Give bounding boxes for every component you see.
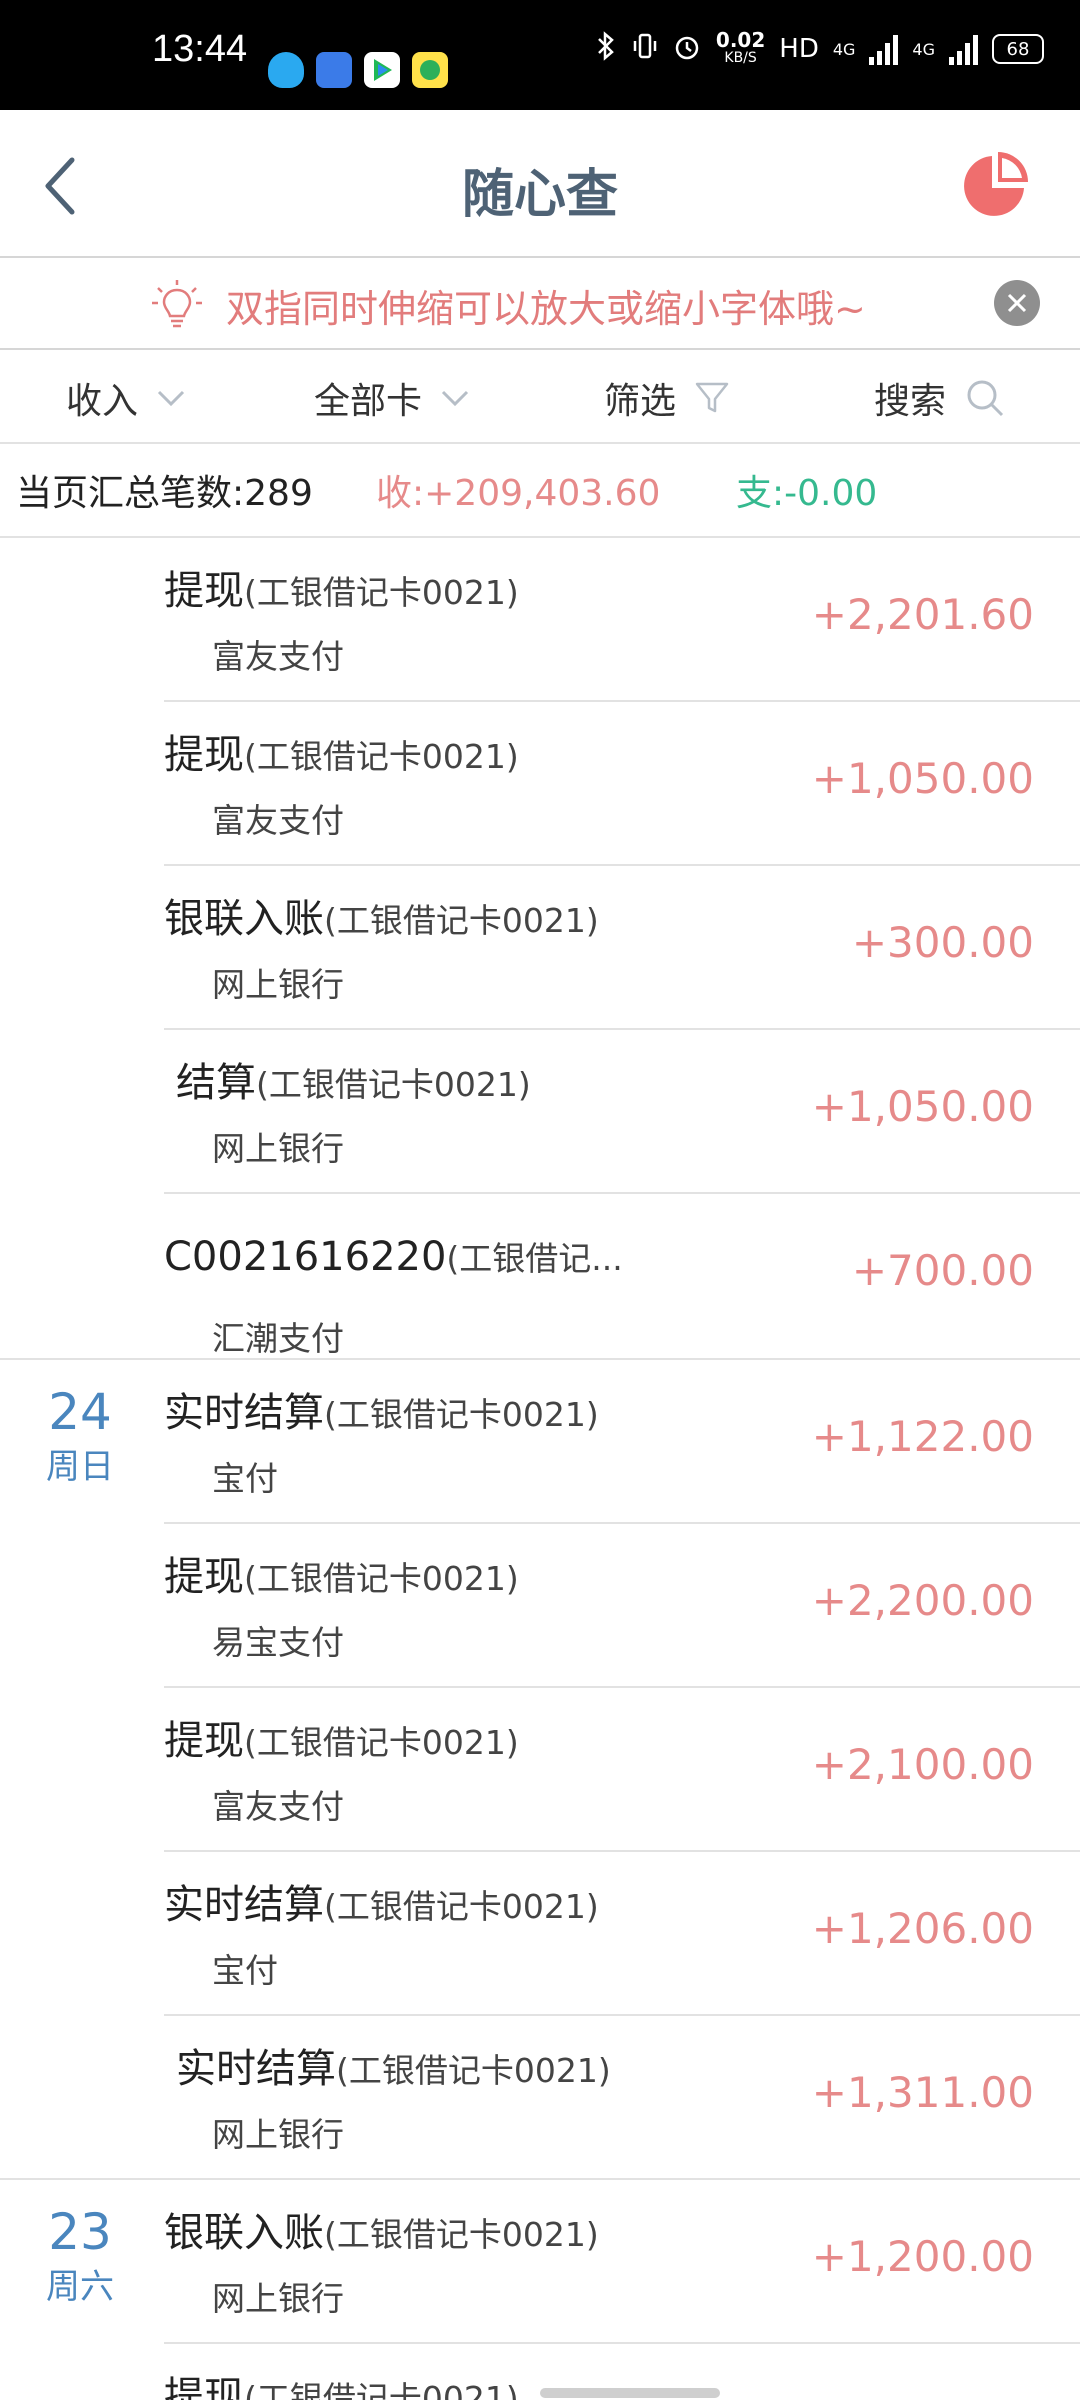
network-type-1: 4G (832, 39, 856, 59)
alarm-icon (672, 30, 702, 68)
summary-bar: 当页汇总笔数:289 收:+209,403.60 支:-0.00 (0, 444, 1080, 538)
transaction-channel: 易宝支付 (212, 1623, 344, 1662)
transaction-amount: +2,100.00 (811, 1740, 1034, 1789)
video-app-icon (364, 52, 400, 88)
card-dropdown[interactable]: 全部卡 (314, 372, 470, 424)
lightbulb-icon (150, 278, 204, 332)
app-icon-green (412, 52, 448, 88)
filter-bar: 收入 全部卡 筛选 搜索 (0, 350, 1080, 444)
transaction-channel: 网上银行 (212, 965, 344, 1004)
transaction-row[interactable]: 提现(工银借记卡0021) 富友支付 +2,100.00 (0, 1688, 1080, 1852)
transaction-title: 银联入账(工银借记卡0021) (164, 896, 599, 942)
transaction-channel: 富友支付 (212, 1787, 344, 1826)
transaction-title: 提现(工银借记卡0021) (164, 2374, 519, 2400)
transaction-amount: +1,206.00 (811, 1904, 1034, 1953)
transaction-amount: +1,050.00 (811, 754, 1034, 803)
transaction-title: 提现(工银借记卡0021) (164, 732, 519, 778)
transaction-row[interactable]: 实时结算(工银借记卡0021) 宝付 +1,206.00 (0, 1852, 1080, 2016)
transaction-amount: +1,311.00 (811, 2068, 1034, 2117)
signal-icon (869, 33, 899, 65)
transaction-title: 提现(工银借记卡0021) (164, 568, 519, 614)
scroll-indicator (540, 2388, 720, 2398)
pie-chart-icon (964, 152, 1028, 216)
tip-text: 双指同时伸缩可以放大或缩小字体哦~ (226, 287, 866, 331)
date-label: 23 周六 (44, 2202, 116, 2312)
status-bar: 13:44 0.02 KB/S HD 4G 4G 68 (0, 0, 1080, 110)
transaction-amount: +2,200.00 (811, 1576, 1034, 1625)
signal-icon-2 (949, 33, 978, 65)
transaction-amount: +1,122.00 (811, 1412, 1034, 1461)
transaction-row[interactable]: 提现(工银借记卡0021) 富友支付 +2,201.60 (0, 538, 1080, 702)
date-label: 24 周日 (44, 1382, 116, 1492)
transaction-amount: +2,201.60 (811, 590, 1034, 639)
transaction-title: 提现(工银借记卡0021) (164, 1554, 519, 1600)
transaction-row[interactable]: 提现(工银借记卡0021) 富友支付 +1,050.00 (0, 702, 1080, 866)
chart-button[interactable] (960, 150, 1030, 220)
transaction-amount: +1,200.00 (811, 2232, 1034, 2281)
summary-income: 收:+209,403.60 (376, 473, 661, 514)
transaction-channel: 宝付 (212, 1459, 278, 1498)
tip-banner: 双指同时伸缩可以放大或缩小字体哦~ (0, 258, 1080, 350)
notification-icons (268, 52, 448, 92)
income-type-dropdown[interactable]: 收入 (66, 372, 186, 424)
search-icon (967, 380, 1004, 417)
transaction-amount: +1,050.00 (811, 1082, 1034, 1131)
transaction-channel: 宝付 (212, 1951, 278, 1990)
transaction-channel: 网上银行 (212, 1129, 344, 1168)
transaction-title: 银联入账(工银借记卡0021) (164, 2210, 599, 2256)
transaction-row[interactable]: 提现(工银借记卡0021) 易宝支付 +2,200.00 (0, 1524, 1080, 1688)
search-label: 搜索 (874, 381, 947, 422)
chevron-down-icon (157, 390, 185, 407)
summary-count: 当页汇总笔数:289 (16, 473, 313, 514)
day-number: 24 (48, 1383, 112, 1441)
app-icon-blue (316, 52, 352, 88)
transaction-title: 实时结算(工银借记卡0021) (164, 1390, 599, 1436)
transaction-row[interactable]: 银联入账(工银借记卡0021) 网上银行 +300.00 (0, 866, 1080, 1030)
transaction-row[interactable]: C0021616220(工银借记... 汇潮支付 +700.00 (0, 1194, 1080, 1360)
transaction-row[interactable]: 结算(工银借记卡0021) 网上银行 +1,050.00 (0, 1030, 1080, 1194)
transaction-title: 结算(工银借记卡0021) (176, 1060, 531, 1106)
battery-icon: 68 (992, 34, 1044, 64)
transaction-channel: 富友支付 (212, 637, 344, 676)
transaction-channel: 富友支付 (212, 801, 344, 840)
vibrate-icon (632, 30, 658, 68)
screen: 13:44 0.02 KB/S HD 4G 4G 68 随心查 双指同时伸缩可以… (0, 0, 1080, 2400)
card-label: 全部卡 (314, 381, 423, 422)
network-type-2: 4G (912, 39, 935, 59)
page-title: 随心查 (461, 165, 618, 225)
funnel-icon (695, 382, 729, 413)
transaction-amount: +700.00 (851, 1246, 1034, 1295)
chevron-down-icon (441, 390, 469, 407)
transaction-row[interactable]: 23 周六 银联入账(工银借记卡0021) 网上银行 +1,200.00 (0, 2180, 1080, 2344)
status-right: 0.02 KB/S HD 4G 4G 68 (594, 30, 1044, 68)
transaction-row[interactable]: 24 周日 实时结算(工银借记卡0021) 宝付 +1,122.00 (0, 1360, 1080, 1524)
transaction-row[interactable]: 实时结算(工银借记卡0021) 网上银行 +1,311.00 (0, 2016, 1080, 2180)
transaction-title: 实时结算(工银借记卡0021) (176, 2046, 611, 2092)
transaction-channel: 网上银行 (212, 2279, 344, 2318)
summary-expense: 支:-0.00 (736, 473, 878, 514)
status-time: 13:44 (152, 28, 248, 70)
app-header: 随心查 (0, 110, 1080, 258)
close-icon (1007, 293, 1027, 313)
qq-icon (268, 52, 304, 88)
income-type-label: 收入 (66, 381, 139, 422)
weekday: 周日 (46, 1447, 114, 1487)
weekday: 周六 (46, 2267, 114, 2307)
filter-label: 筛选 (604, 381, 677, 422)
transaction-list: 提现(工银借记卡0021) 富友支付 +2,201.60 提现(工银借记卡002… (0, 538, 1080, 2400)
hd-label: HD (779, 34, 819, 64)
search-button[interactable]: 搜索 (874, 372, 1006, 424)
transaction-title: C0021616220(工银借记... (164, 1234, 623, 1280)
transaction-amount: +300.00 (851, 918, 1034, 967)
network-speed: 0.02 KB/S (715, 28, 766, 66)
tip-close-button[interactable] (994, 280, 1040, 326)
transaction-channel: 网上银行 (212, 2115, 344, 2154)
filter-button[interactable]: 筛选 (604, 372, 730, 424)
day-number: 23 (48, 2203, 112, 2261)
transaction-channel: 汇潮支付 (212, 1319, 344, 1358)
transaction-title: 实时结算(工银借记卡0021) (164, 1882, 599, 1928)
transaction-title: 提现(工银借记卡0021) (164, 1718, 519, 1764)
bluetooth-icon (594, 30, 618, 68)
